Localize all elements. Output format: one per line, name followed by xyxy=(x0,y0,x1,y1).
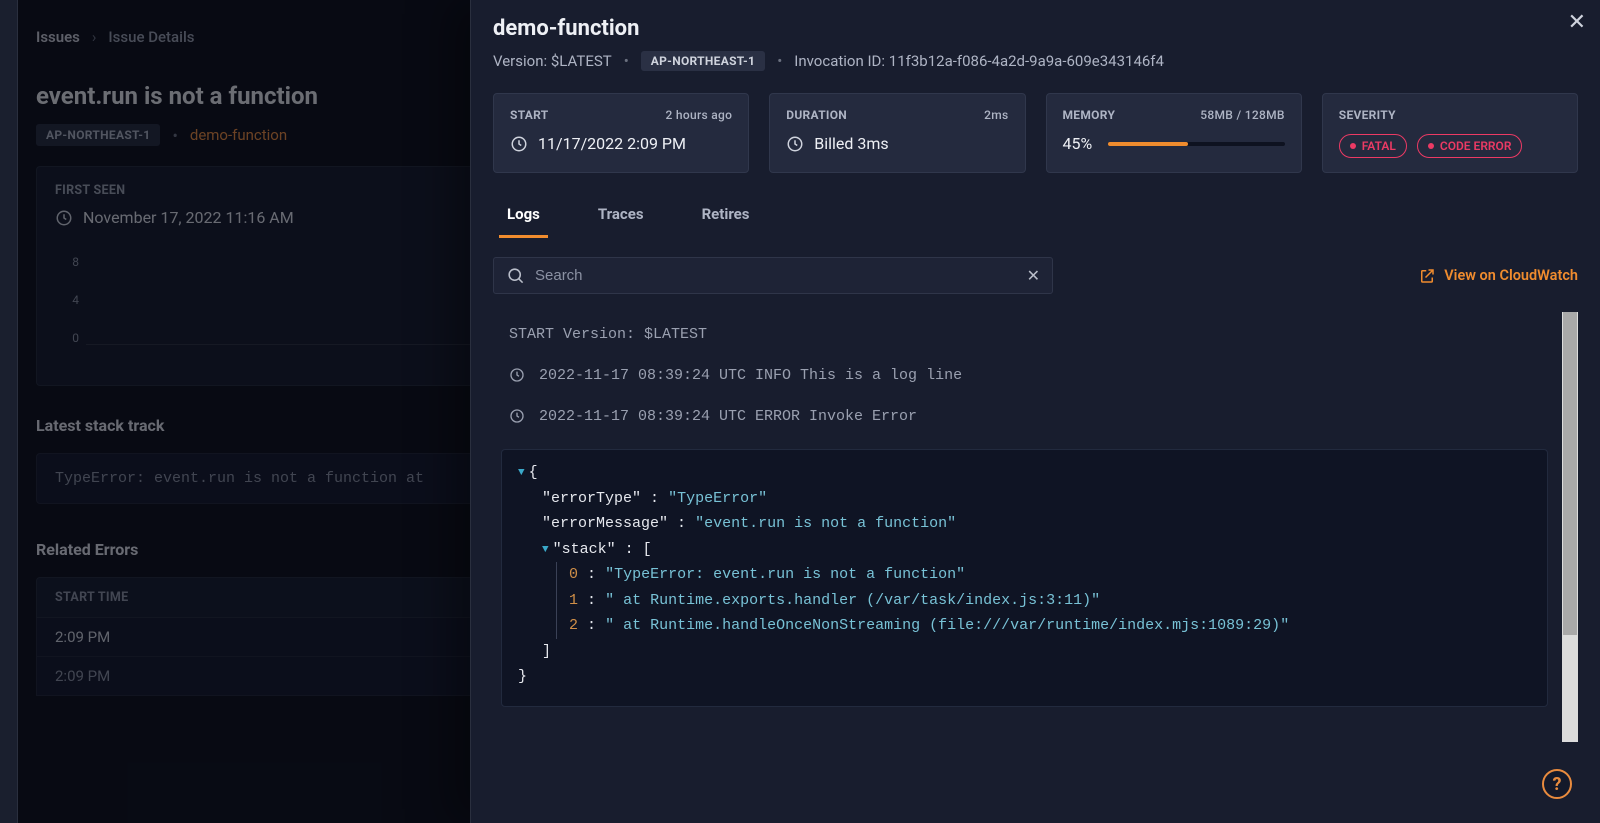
stat-duration: DURATION2ms Billed 3ms xyxy=(769,93,1025,173)
clock-icon xyxy=(510,135,528,153)
view-on-cloudwatch[interactable]: View on CloudWatch xyxy=(1418,267,1578,285)
dot-separator: • xyxy=(624,52,629,70)
close-icon[interactable]: ✕ xyxy=(1568,10,1586,35)
external-link-icon xyxy=(1418,267,1436,285)
scrollbar[interactable] xyxy=(1562,312,1578,742)
caret-down-icon[interactable]: ▼ xyxy=(518,464,525,483)
version-label: Version: $LATEST xyxy=(493,52,612,70)
breadcrumb-current: Issue Details xyxy=(108,28,194,46)
invocation-id: Invocation ID: 11f3b12a-f086-4a2d-9a9a-6… xyxy=(794,52,1164,70)
clock-icon xyxy=(786,135,804,153)
drawer-region-pill: AP-NORTHEAST-1 xyxy=(641,51,765,71)
dot-separator: • xyxy=(777,52,782,70)
stat-start: START2 hours ago 11/17/2022 2:09 PM xyxy=(493,93,749,173)
region-pill: AP-NORTHEAST-1 xyxy=(36,124,160,146)
memory-percent: 45% xyxy=(1063,134,1093,153)
invocation-drawer: ✕ demo-function Version: $LATEST • AP-NO… xyxy=(470,0,1600,823)
stat-memory: MEMORY58MB / 128MB 45% xyxy=(1046,93,1302,173)
ytick: 4 xyxy=(72,293,79,307)
tab-traces[interactable]: Traces xyxy=(590,195,652,238)
caret-down-icon[interactable]: ▼ xyxy=(542,541,549,560)
log-search[interactable]: ✕ xyxy=(493,257,1053,294)
log-line: START Version: $LATEST xyxy=(501,326,1552,343)
drawer-title: demo-function xyxy=(493,16,1578,41)
ytick: 0 xyxy=(72,331,79,345)
log-line: 2022-11-17 08:39:24 UTC INFO This is a l… xyxy=(501,367,1552,384)
log-line: 2022-11-17 08:39:24 UTC ERROR Invoke Err… xyxy=(501,408,1552,425)
dot-separator: • xyxy=(172,126,177,145)
severity-pill-code-error: CODE ERROR xyxy=(1417,134,1523,158)
stat-severity: SEVERITY FATAL CODE ERROR xyxy=(1322,93,1578,173)
clock-icon xyxy=(55,209,73,227)
memory-bar xyxy=(1108,142,1285,146)
help-button[interactable]: ? xyxy=(1542,769,1572,799)
error-json-block[interactable]: ▼{ "errorType" : "TypeError" "errorMessa… xyxy=(501,449,1548,707)
clock-icon xyxy=(509,367,525,383)
ytick: 8 xyxy=(72,255,79,269)
clock-icon xyxy=(509,408,525,424)
tab-retires[interactable]: Retires xyxy=(694,195,758,238)
first-seen-label: FIRST SEEN xyxy=(55,183,125,198)
tab-logs[interactable]: Logs xyxy=(499,195,548,238)
chevron-right-icon: › xyxy=(92,28,97,46)
breadcrumb-root[interactable]: Issues xyxy=(36,28,80,46)
search-icon xyxy=(506,266,525,285)
log-viewer: START Version: $LATEST 2022-11-17 08:39:… xyxy=(493,312,1578,742)
memory-fill xyxy=(1108,142,1187,146)
search-input[interactable] xyxy=(535,267,1017,284)
clear-icon[interactable]: ✕ xyxy=(1027,266,1040,285)
severity-pill-fatal: FATAL xyxy=(1339,134,1407,158)
drawer-tabs: Logs Traces Retires xyxy=(493,195,1578,239)
first-seen-time: November 17, 2022 11:16 AM xyxy=(83,208,294,227)
left-rail xyxy=(0,0,18,823)
function-link[interactable]: demo-function xyxy=(190,126,287,144)
